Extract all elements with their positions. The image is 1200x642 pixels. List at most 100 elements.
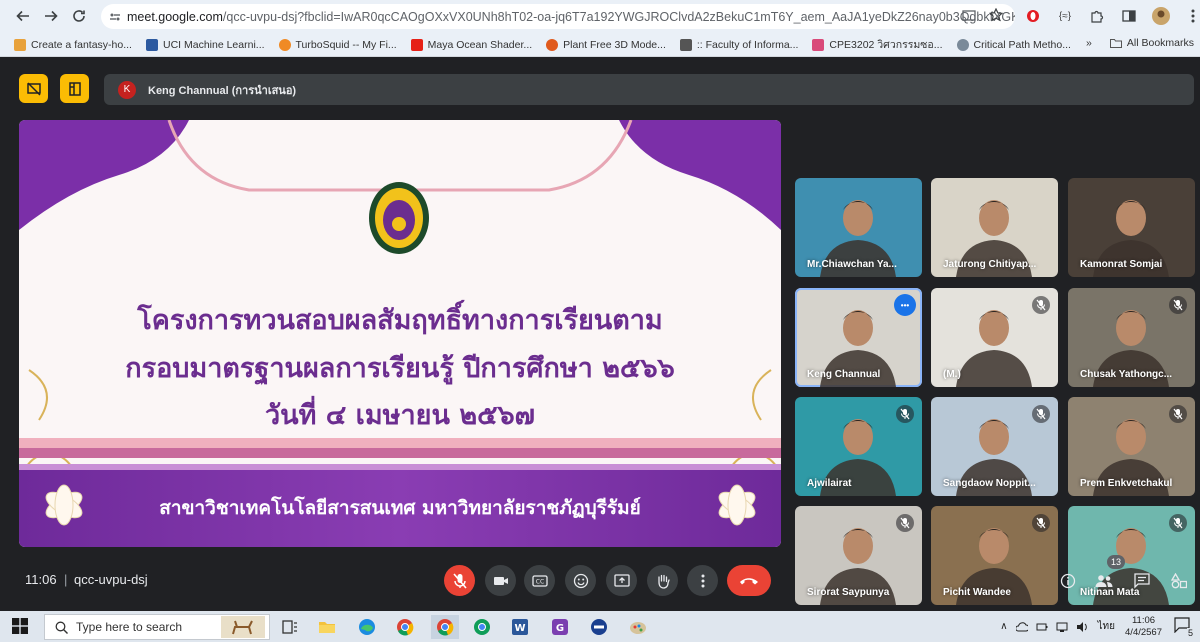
present-screen-button[interactable] [606,565,637,596]
meet-main-area: K Keng Channual (การนำเสนอ) โครงการทวนสอ… [0,58,1200,608]
participant-name: Keng Channual [807,369,881,380]
participant-tile[interactable]: Kamonrat Somjai [1068,178,1195,277]
battery-icon[interactable] [1036,621,1048,633]
bookmark-favicon-icon [14,38,26,51]
chrome-profile-icon [474,619,490,635]
people-button[interactable] [1093,570,1115,592]
microphone-toggle-button[interactable] [444,565,475,596]
taskbar-clock[interactable]: 11:06 4/4/2567 [1125,615,1162,639]
raise-hand-icon [657,574,670,589]
folder-icon [1109,39,1122,48]
mic-off-icon [896,405,914,423]
app-g-button[interactable]: G [548,615,572,639]
all-bookmarks-button[interactable]: All Bookmarks [1109,37,1194,49]
bookmark-item[interactable]: Create a fantasy-ho... [14,38,132,51]
file-explorer-button[interactable] [315,615,339,639]
paint-button[interactable] [626,615,650,639]
bookmark-item[interactable]: UCI Machine Learni... [145,38,265,51]
edge-browser-button[interactable] [355,615,379,639]
slide-date: วันที่ ๔ เมษายน ๒๕๖๗ [265,400,535,431]
raise-hand-button[interactable] [647,565,678,596]
json-extension-icon[interactable]: {≈} [1054,5,1076,27]
cast-icon[interactable] [962,9,976,27]
kebab-menu-icon[interactable] [1182,5,1200,27]
participant-name: Pichit Wandee [943,587,1011,598]
participant-tile[interactable]: Pichit Wandee [931,506,1058,605]
participant-name: Mr.Chiawchan Ya... [807,259,897,270]
network-icon[interactable] [1056,621,1068,633]
address-bar[interactable]: meet.google.com/qcc-uvpu-dsj?fbclid=IwAR… [101,4,1015,29]
chat-button[interactable] [1131,570,1153,592]
layout-button[interactable] [60,74,89,103]
reload-button[interactable] [65,2,93,30]
chrome-button[interactable] [393,615,417,639]
forward-button[interactable] [37,2,65,30]
app-button[interactable] [587,615,611,639]
back-button[interactable] [9,2,37,30]
camera-toggle-button[interactable] [485,565,516,596]
chrome-profile-button[interactable] [470,615,494,639]
sidepanel-icon[interactable] [1118,5,1140,27]
participant-tile[interactable]: Chusak Yathongc... [1068,288,1195,387]
bookmark-item[interactable]: Plant Free 3D Mode... [546,38,666,51]
participant-tile[interactable]: Sirorat Saypunya [795,506,922,605]
search-placeholder: Type here to search [76,620,183,634]
participant-name: Jaturong Chitiyap... [943,259,1037,270]
participant-tile[interactable]: Sangdaow Noppit... [931,397,1058,496]
puzzle-extensions-icon[interactable] [1086,5,1108,27]
slide-title-line-2: กรอบมาตรฐานผลการเรียนรู้ ปีการศึกษา ๒๕๖๖ [125,353,675,384]
bookmark-item[interactable]: Maya Ocean Shader... [410,38,532,51]
word-button[interactable]: W [508,615,532,639]
notification-center-button[interactable]: 5 [1174,617,1194,638]
task-view-button[interactable] [278,615,302,639]
reload-icon [73,10,85,22]
bookmark-item[interactable]: :: Faculty of Informa... [679,38,798,51]
participant-tile[interactable]: Prem Enkvetchakul [1068,397,1195,496]
more-options-button[interactable] [687,565,718,596]
participant-count-badge: 13 [1107,555,1125,569]
volume-icon[interactable] [1076,621,1088,633]
forward-arrow-icon [45,10,58,22]
bookmarks-bar: Create a fantasy-ho... UCI Machine Learn… [0,33,1200,57]
participant-tile[interactable]: Jaturong Chitiyap... [931,178,1058,277]
bookmark-item[interactable]: Critical Path Metho... [956,38,1071,51]
captions-button[interactable]: CC [524,565,555,596]
mic-off-icon [1032,296,1050,314]
windows-taskbar: Type here to search W G ∧ ไทย 11:06 4/4/… [0,611,1200,642]
site-info-icon[interactable] [109,9,121,25]
svg-text:CC: CC [535,578,543,585]
separator: | [64,572,68,587]
participant-tile[interactable]: (M.) [931,288,1058,387]
chrome-active-button[interactable] [431,615,459,639]
chrome-icon [397,619,414,636]
opera-extension-icon[interactable] [1022,5,1044,27]
present-off-icon [26,81,41,96]
svg-text:G: G [556,623,564,634]
participant-tile[interactable]: ••• Keng Channual [795,288,922,387]
participant-name: Kamonrat Somjai [1080,259,1163,270]
mic-off-icon [1169,514,1187,532]
bookmark-item[interactable]: TurboSquid -- My Fi... [278,38,397,51]
chrome-icon [437,619,454,636]
leave-call-button[interactable] [727,565,771,596]
meeting-info-button[interactable] [1057,570,1079,592]
back-arrow-icon [16,10,29,22]
notification-count: 5 [1186,628,1194,638]
more-vert-icon [701,574,704,587]
cloud-icon[interactable] [1015,621,1028,633]
participant-tile[interactable]: Ajwilairat [795,397,922,496]
bookmark-star-icon[interactable] [988,7,1004,27]
present-screen-icon [613,573,630,587]
start-button[interactable] [12,618,28,639]
reactions-button[interactable] [565,565,596,596]
activities-button[interactable] [1168,570,1190,592]
bookmark-item[interactable]: CPE3202 วิศวกรรมซอ... [812,36,943,53]
more-bookmarks-chevron-icon[interactable]: » [1086,37,1092,49]
participant-tile[interactable]: Mr.Chiawchan Ya... [795,178,922,277]
show-hidden-icons-chevron-icon[interactable]: ∧ [1000,621,1007,632]
tile-more-options-icon[interactable]: ••• [894,294,916,316]
taskbar-search-input[interactable]: Type here to search [44,614,270,640]
input-language-indicator[interactable]: ไทย [1098,619,1115,634]
stop-presenting-button[interactable] [19,74,48,103]
profile-avatar[interactable] [1150,5,1172,27]
